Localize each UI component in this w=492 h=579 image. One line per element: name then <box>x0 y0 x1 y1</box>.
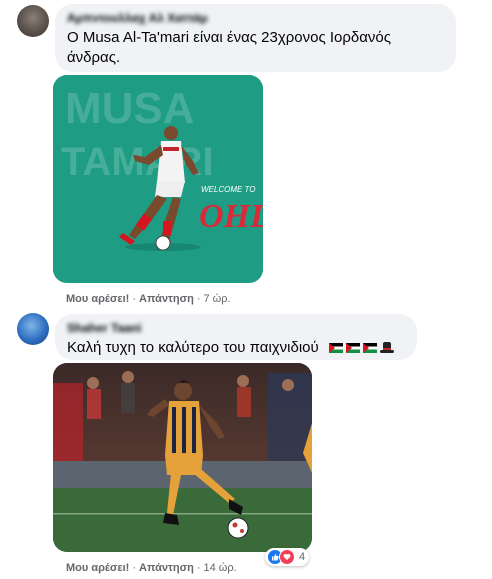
watermark-text-1: MUSA <box>65 84 195 133</box>
separator-dot: · <box>196 293 201 305</box>
comment-actions: Μου αρέσει! · Απάντηση · 14 ώρ. <box>66 562 237 574</box>
comment-text-line: Καλή τυχη το καλύτερο του παιχνιδιού <box>67 339 319 356</box>
palestine-flag-icon <box>362 343 377 354</box>
comment-author[interactable]: Shaher Taani <box>67 321 141 335</box>
club-label: OHL <box>199 198 263 235</box>
comment-bubble: Shaher Taani Καλή τυχη το καλύτερο του π… <box>55 314 417 360</box>
comment-author[interactable]: Αμπντουλλαχ Αλ Χαττάμ <box>67 11 208 25</box>
palestine-flag-icon <box>328 343 343 354</box>
reactions-summary[interactable]: 4 <box>265 548 310 566</box>
like-link[interactable]: Μου αρέσει! <box>66 293 129 305</box>
comment-bubble: Αμπντουλλαχ Αλ Χαττάμ Ο Musa Al-Ta'mari … <box>55 4 456 72</box>
emoji-group <box>328 338 394 358</box>
palestine-flag-icon <box>345 343 360 354</box>
reply-link[interactable]: Απάντηση <box>139 293 194 305</box>
separator-dot: · <box>132 562 137 574</box>
avatar[interactable] <box>17 5 49 37</box>
timestamp[interactable]: 14 ώρ. <box>204 562 237 574</box>
separator-dot: · <box>132 293 137 305</box>
comment-text-line: άνδρας. <box>67 49 121 66</box>
like-link[interactable]: Μου αρέσει! <box>66 562 129 574</box>
welcome-label: WELCOME TO <box>201 185 256 194</box>
comment-image[interactable]: MUSA TAMARI WELCOME TO OHL <box>53 75 263 283</box>
comment-text-line: Ο Musa Al-Ta'mari είναι ένας 23χρονος Ιο… <box>67 29 391 46</box>
football-match-image <box>53 363 312 552</box>
comment-actions: Μου αρέσει! · Απάντηση · 7 ώρ. <box>66 293 231 305</box>
separator-dot: · <box>196 562 201 574</box>
welcome-poster-image: MUSA TAMARI WELCOME TO OHL <box>53 75 263 283</box>
comment-text: Ο Musa Al-Ta'mari είναι ένας 23χρονος Ιο… <box>67 28 391 68</box>
top-hat-icon <box>379 342 394 354</box>
avatar[interactable] <box>17 313 49 345</box>
reply-link[interactable]: Απάντηση <box>139 562 194 574</box>
reaction-count: 4 <box>299 551 306 563</box>
comment-text: Καλή τυχη το καλύτερο του παιχνιδιού <box>67 338 394 358</box>
comment-image[interactable] <box>53 363 312 552</box>
timestamp[interactable]: 7 ώρ. <box>204 293 231 305</box>
love-icon <box>279 549 295 565</box>
